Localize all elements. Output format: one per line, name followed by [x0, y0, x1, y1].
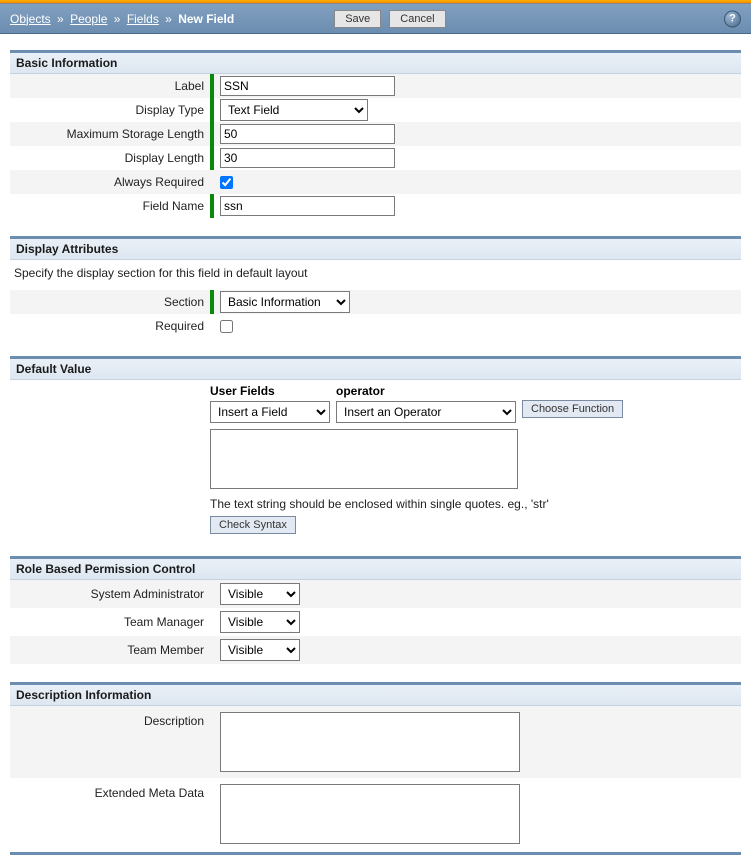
section-default-header: Default Value [10, 359, 741, 380]
section-roles-header: Role Based Permission Control [10, 559, 741, 580]
section-select[interactable]: Basic Information [220, 291, 350, 313]
breadcrumb: Objects » People » Fields » New Field [10, 12, 234, 26]
teammgr-select[interactable]: Visible [220, 611, 300, 633]
teammgr-label: Team Manager [10, 615, 210, 629]
section-display-header: Display Attributes [10, 239, 741, 260]
breadcrumb-people[interactable]: People [70, 12, 107, 26]
section-select-label: Section [10, 295, 210, 309]
field-name-label: Field Name [10, 199, 210, 213]
sysadmin-label: System Administrator [10, 587, 210, 601]
save-button[interactable]: Save [334, 10, 381, 28]
required-label: Required [10, 319, 210, 333]
max-length-label: Maximum Storage Length [10, 127, 210, 141]
max-length-input[interactable] [220, 124, 395, 144]
default-value-textarea[interactable] [210, 429, 518, 489]
extended-meta-textarea[interactable] [220, 784, 520, 844]
breadcrumb-fields[interactable]: Fields [127, 12, 159, 26]
always-required-label: Always Required [10, 175, 210, 189]
display-type-select[interactable]: Text Field [220, 99, 368, 121]
user-fields-select[interactable]: Insert a Field [210, 401, 330, 423]
required-checkbox[interactable] [220, 320, 233, 333]
description-textarea[interactable] [220, 712, 520, 772]
section-descinfo-header: Description Information [10, 685, 741, 706]
teammem-label: Team Member [10, 643, 210, 657]
page-header: Objects » People » Fields » New Field Sa… [0, 4, 751, 34]
choose-function-button[interactable]: Choose Function [522, 400, 623, 418]
cancel-button[interactable]: Cancel [389, 10, 445, 28]
description-label: Description [10, 712, 210, 728]
teammem-select[interactable]: Visible [220, 639, 300, 661]
label-input[interactable] [220, 76, 395, 96]
operator-select[interactable]: Insert an Operator [336, 401, 516, 423]
display-length-input[interactable] [220, 148, 395, 168]
operator-label: operator [336, 384, 516, 398]
always-required-checkbox[interactable] [220, 176, 233, 189]
check-syntax-button[interactable]: Check Syntax [210, 516, 296, 534]
default-value-hint: The text string should be enclosed withi… [210, 497, 741, 511]
user-fields-label: User Fields [210, 384, 330, 398]
breadcrumb-current: New Field [178, 12, 234, 26]
field-name-input[interactable] [220, 196, 395, 216]
section-basic-header: Basic Information [10, 53, 741, 74]
display-desc: Specify the display section for this fie… [10, 260, 741, 290]
sysadmin-select[interactable]: Visible [220, 583, 300, 605]
extended-meta-label: Extended Meta Data [10, 784, 210, 800]
display-length-label: Display Length [10, 151, 210, 165]
breadcrumb-objects[interactable]: Objects [10, 12, 51, 26]
help-icon[interactable]: ? [724, 10, 741, 27]
display-type-label: Display Type [10, 103, 210, 117]
label-label: Label [10, 79, 210, 93]
